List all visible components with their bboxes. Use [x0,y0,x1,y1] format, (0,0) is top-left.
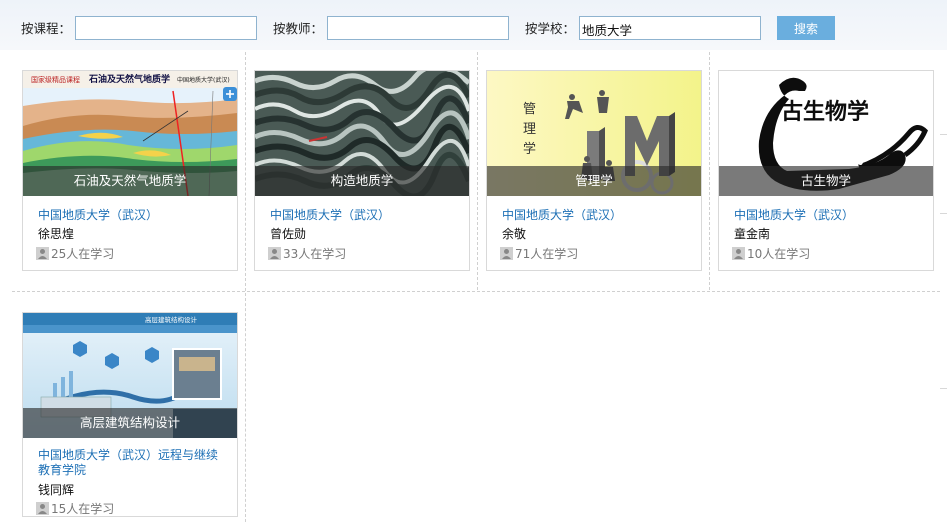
course-teacher: 童金南 [734,227,771,241]
teacher-search-label: 按教师： [273,21,324,36]
course-title-caption[interactable]: 古生物学 [719,166,933,196]
course-title-caption[interactable]: 石油及天然气地质学 [23,166,237,196]
edge-tick [940,213,947,214]
course-thumbnail[interactable]: 国家级精品课程 石油及天然气地质学 中国地质大学(武汉) 石油及天然气地质学 [23,71,237,196]
course-card[interactable]: 高层建筑结构设计 高层建筑结构设计 中国地质大学（武汉）远程与继续教育学院 钱同… [22,312,238,517]
course-school-link[interactable]: 中国地质大学（武汉）远程与继续教育学院 [23,448,223,478]
edge-tick [940,134,947,135]
learner-count: 15人在学习 [36,500,115,516]
user-icon [268,247,281,260]
course-title-caption[interactable]: 构造地质学 [255,166,469,196]
course-search-label: 按课程： [21,21,72,36]
banner-school: 中国地质大学(武汉) [177,76,230,84]
course-thumbnail[interactable]: 管 理 学 管理学 [487,71,701,196]
course-teacher: 余敬 [502,227,527,241]
logo-english-text: Palaeontology [777,153,865,166]
banner-title: 石油及天然气地质学 [88,73,170,85]
vertical-text: 理 [523,122,536,137]
learner-count: 25人在学习 [36,245,114,262]
row-divider [12,291,940,292]
teacher-search-input[interactable] [327,16,509,40]
grid-divider [709,52,710,290]
user-icon [500,247,513,260]
course-title-caption[interactable]: 高层建筑结构设计 [23,408,237,438]
school-search-input[interactable] [579,16,761,40]
course-thumbnail[interactable]: 构造地质学 [255,71,469,196]
course-title-caption[interactable]: 管理学 [487,166,701,196]
vertical-text: 学 [523,141,536,157]
learner-count: 10人在学习 [732,245,810,262]
course-school-link[interactable]: 中国地质大学（武汉） [270,206,390,223]
logo-chinese-text: 古生物学 [781,99,869,125]
learner-count: 33人在学习 [268,245,346,262]
grid-divider [245,52,246,522]
course-school-link[interactable]: 中国地质大学（武汉） [38,206,158,223]
user-icon [36,502,49,515]
learner-count: 71人在学习 [500,245,578,262]
banner-title: 高层建筑结构设计 [145,315,198,324]
course-card[interactable]: 古生物学 Palaeontology 古生物学 中国地质大学（武汉） 童金南 1… [718,70,934,271]
school-search-label: 按学校： [525,21,576,36]
edge-tick [940,388,947,389]
banner-tag: 国家级精品课程 [31,75,80,84]
grid-divider [477,52,478,290]
user-icon [36,247,49,260]
course-search-input[interactable] [75,16,257,40]
course-school-link[interactable]: 中国地质大学（武汉） [502,206,622,223]
search-bar: 按课程： 按教师： 按学校： 搜索 [0,0,947,50]
course-card[interactable]: 构造地质学 中国地质大学（武汉） 曾佐勋 33人在学习 [254,70,470,271]
search-button[interactable]: 搜索 [777,16,835,40]
course-teacher: 曾佐勋 [270,227,307,241]
course-teacher: 徐思煌 [38,227,75,241]
course-thumbnail[interactable]: 古生物学 Palaeontology 古生物学 [719,71,933,196]
learner-count-text: 33人在学习 [283,247,347,261]
learner-count-text: 71人在学习 [515,247,579,261]
learner-count-text: 10人在学习 [747,247,811,261]
course-thumbnail[interactable]: 高层建筑结构设计 高层建筑结构设计 [23,313,237,438]
user-icon [732,247,745,260]
course-school-link[interactable]: 中国地质大学（武汉） [734,206,854,223]
course-card[interactable]: 国家级精品课程 石油及天然气地质学 中国地质大学(武汉) 石油及天然气地质学 中… [22,70,238,271]
learner-count-text: 15人在学习 [51,502,115,516]
course-teacher: 钱同辉 [38,483,75,497]
learner-count-text: 25人在学习 [51,247,115,261]
vertical-text: 管 [523,102,536,117]
course-card[interactable]: 管 理 学 管理学 中国地质大学（武汉） 余敬 71人在学习 [486,70,702,271]
